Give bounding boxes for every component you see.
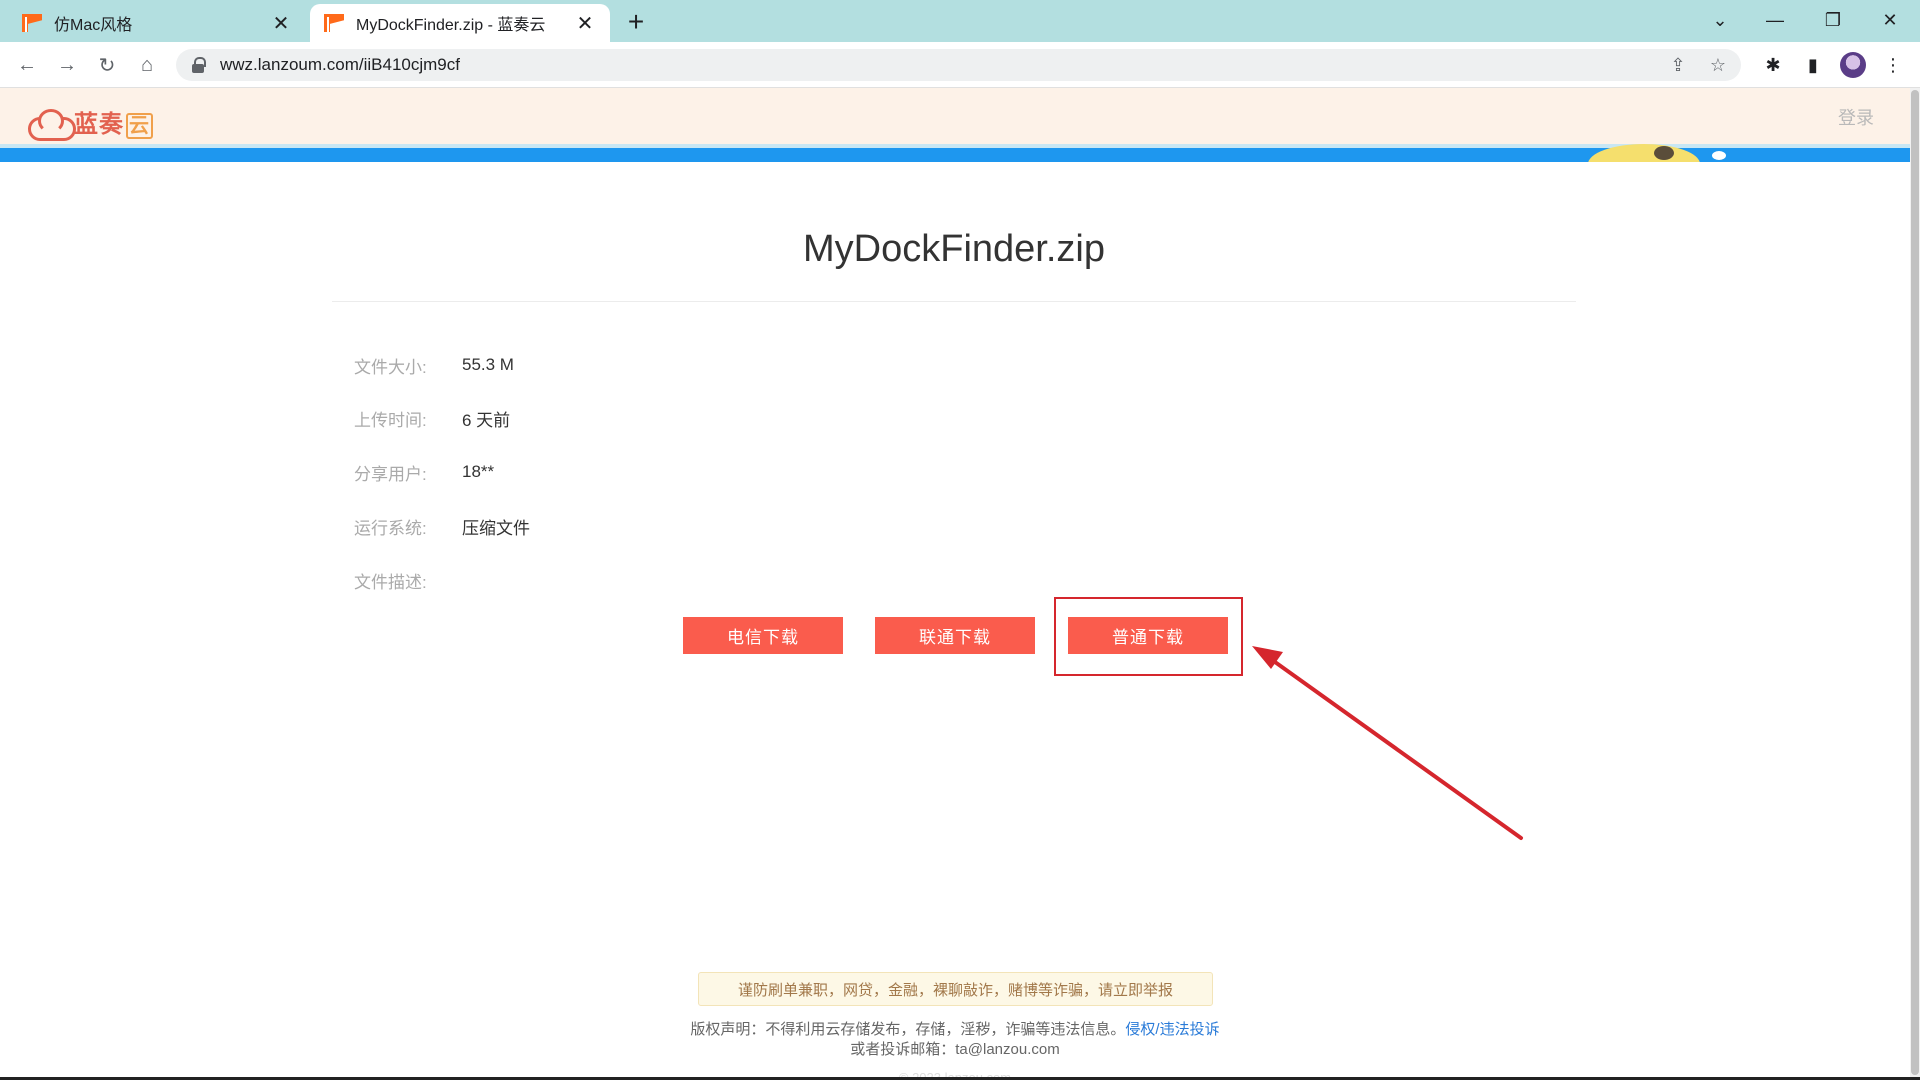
detail-label: 上传时间:	[354, 410, 427, 430]
cloud-icon	[26, 108, 76, 141]
detail-label: 文件描述:	[354, 572, 427, 592]
back-icon[interactable]: ←	[12, 50, 42, 80]
lock-icon[interactable]	[192, 57, 206, 73]
detail-label: 文件大小:	[354, 357, 427, 377]
tab-search-icon[interactable]: ⌄	[1700, 0, 1740, 40]
os-row: 运行系统: 压缩文件	[354, 511, 530, 541]
url-text[interactable]: wwz.lanzoum.com/iiB410cjm9cf	[220, 55, 460, 75]
annotation-highlight-box	[1054, 597, 1243, 676]
upload-time-row: 上传时间: 6 天前	[354, 403, 510, 433]
lanzou-favicon-icon	[22, 14, 42, 32]
minimize-icon[interactable]: —	[1755, 0, 1795, 40]
bookmark-star-icon[interactable]: ☆	[1706, 54, 1730, 76]
logo-text: 蓝奏云	[74, 104, 153, 139]
reload-icon[interactable]: ↻	[92, 50, 122, 80]
file-size-row: 文件大小: 55.3 M	[354, 350, 514, 380]
extensions-icon[interactable]: ✱	[1760, 52, 1786, 78]
copyright-text: 版权声明：不得利用云存储发布，存储，淫秽，诈骗等违法信息。	[690, 1021, 1126, 1038]
tab-close-icon[interactable]: ✕	[574, 12, 596, 35]
detail-value: 压缩文件	[462, 518, 530, 538]
detail-value: 55.3 M	[462, 355, 514, 374]
side-panel-icon[interactable]: ▮	[1800, 52, 1826, 78]
browser-toolbar: ← → ↻ ⌂ wwz.lanzoum.com/iiB410cjm9cf ⇪ ☆…	[0, 42, 1920, 88]
scrollbar-thumb[interactable]	[1911, 90, 1919, 1075]
restore-icon[interactable]: ❐	[1813, 0, 1853, 40]
tab-close-icon[interactable]: ✕	[270, 12, 292, 35]
menu-icon[interactable]: ⋮	[1880, 52, 1906, 78]
copyright-notice: 版权声明：不得利用云存储发布，存储，淫秽，诈骗等违法信息。侵权/违法投诉 或者投…	[560, 1020, 1350, 1060]
tab-title: MyDockFinder.zip - 蓝奏云	[356, 17, 546, 34]
new-tab-button[interactable]: +	[620, 6, 652, 37]
annotation-arrow	[1252, 646, 1523, 840]
detail-value: 18**	[462, 462, 495, 481]
tab-title: 仿Mac风格	[54, 17, 133, 34]
report-link[interactable]: 侵权/违法投诉	[1125, 1021, 1219, 1038]
tab-strip: 仿Mac风格 ✕ MyDockFinder.zip - 蓝奏云 ✕ + ⌄ — …	[0, 0, 1920, 42]
logo-badge: 云	[126, 113, 153, 139]
share-icon[interactable]: ⇪	[1666, 54, 1690, 76]
forward-icon[interactable]: →	[52, 50, 82, 80]
close-window-icon[interactable]: ✕	[1870, 0, 1910, 40]
tab-mydockfinder[interactable]: MyDockFinder.zip - 蓝奏云 ✕	[310, 4, 610, 42]
detail-value: 6 天前	[462, 410, 511, 430]
description-row: 文件描述:	[354, 565, 462, 595]
complaint-email: 或者投诉邮箱：ta@lanzou.com	[850, 1041, 1060, 1058]
login-link[interactable]: 登录	[1838, 104, 1874, 130]
unicom-download-button[interactable]: 联通下载	[875, 617, 1035, 654]
profile-avatar[interactable]	[1840, 52, 1866, 78]
mascot-illustration	[1588, 144, 1700, 162]
title-divider	[332, 301, 1576, 302]
lanzou-logo[interactable]: 蓝奏云	[26, 104, 153, 141]
detail-label: 运行系统:	[354, 518, 427, 538]
address-bar[interactable]: wwz.lanzoum.com/iiB410cjm9cf ⇪ ☆	[176, 49, 1741, 81]
telecom-download-button[interactable]: 电信下载	[683, 617, 843, 654]
fraud-warning-banner: 谨防刷单兼职，网贷，金融，裸聊敲诈，赌博等诈骗，请立即举报	[698, 972, 1213, 1006]
file-title: MyDockFinder.zip	[803, 228, 1105, 270]
mascot-decoration	[1712, 151, 1726, 160]
site-header: 蓝奏云 登录	[0, 88, 1910, 144]
lanzou-favicon-icon	[324, 14, 344, 32]
tab-mac-style[interactable]: 仿Mac风格 ✕	[8, 4, 306, 42]
home-icon[interactable]: ⌂	[132, 50, 162, 80]
share-user-row: 分享用户: 18**	[354, 457, 494, 487]
detail-label: 分享用户:	[354, 464, 427, 484]
